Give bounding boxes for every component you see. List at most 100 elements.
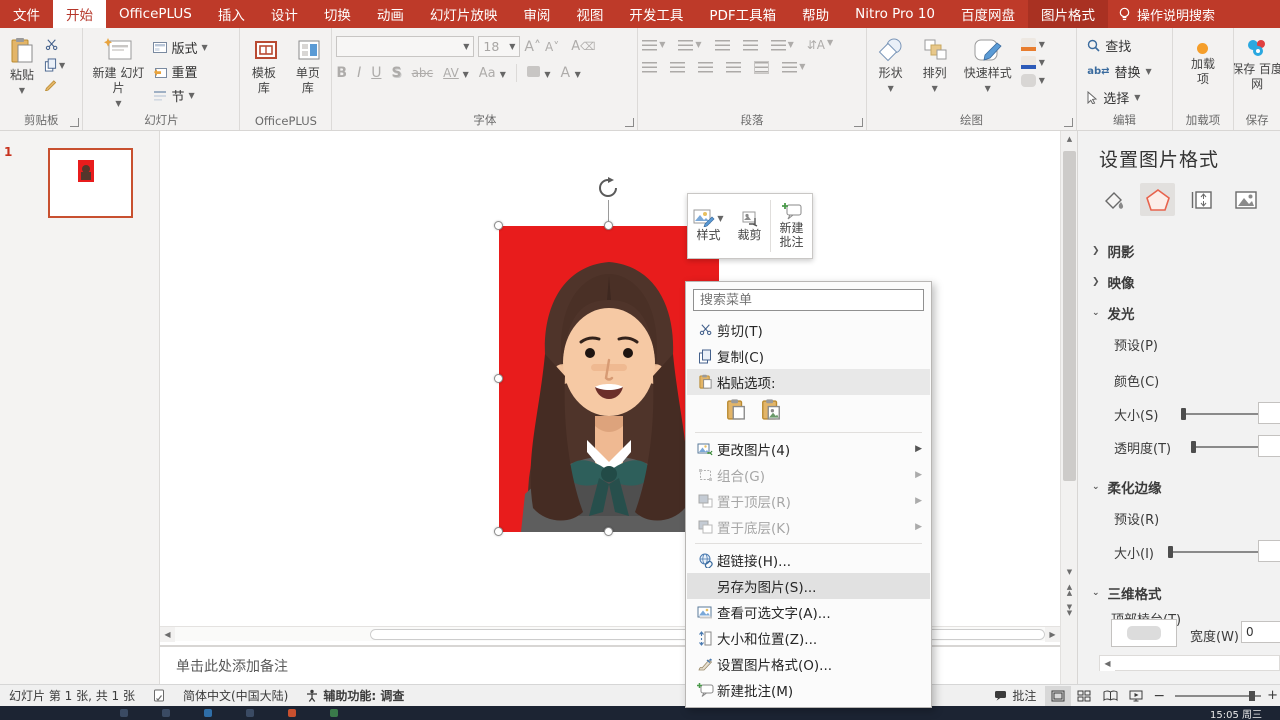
soft-edges-slider-thumb[interactable] (1168, 546, 1173, 558)
tab-view[interactable]: 视图 (563, 0, 616, 28)
picture-style-button[interactable]: ▼ 样式 (688, 194, 729, 258)
clipboard-dialog-launcher[interactable] (70, 118, 79, 127)
change-case-button[interactable]: Aa ▼ (479, 66, 506, 81)
tab-developer[interactable]: 开发工具 (616, 0, 696, 28)
align-center-icon[interactable] (670, 62, 685, 73)
zoom-slider[interactable] (1175, 695, 1261, 697)
panel-tab-effects[interactable] (1140, 183, 1175, 216)
tab-officeplus[interactable]: OfficePLUS (106, 0, 205, 28)
text-shadow-button[interactable]: S (391, 65, 401, 81)
bold-button[interactable]: B (336, 65, 347, 81)
menu-item-copy[interactable]: 复制(C) (687, 343, 930, 369)
comments-toggle[interactable]: 批注 (985, 687, 1045, 704)
section-reflection[interactable]: ❯映像 (1092, 272, 1135, 292)
new-comment-button[interactable]: 新建 批注 (771, 194, 812, 258)
select-button[interactable]: 选择▼ (1087, 88, 1140, 107)
reading-view-button[interactable] (1097, 686, 1123, 706)
find-button[interactable]: 查找 (1087, 36, 1131, 55)
tab-transitions[interactable]: 切换 (311, 0, 364, 28)
copy-button[interactable]: ▼ (44, 58, 65, 72)
taskbar-app-icon[interactable] (204, 709, 212, 717)
tab-review[interactable]: 审阅 (510, 0, 563, 28)
glow-transparency-value[interactable] (1258, 435, 1280, 457)
slide-thumbnail-1[interactable] (48, 148, 133, 218)
shape-fill-button[interactable]: ▼ (1021, 38, 1045, 51)
font-size-combo[interactable]: 18▼ (478, 36, 520, 57)
scroll-down-icon[interactable]: ▼ (1062, 565, 1077, 581)
glow-color-label[interactable]: 颜色(C) (1114, 371, 1159, 390)
glow-size-value[interactable] (1258, 402, 1280, 424)
bullets-button[interactable]: ▼ (642, 40, 665, 51)
line-spacing-button[interactable]: ▼ (771, 40, 794, 51)
paste-keep-source-button[interactable] (723, 397, 749, 423)
slideshow-view-button[interactable] (1123, 686, 1149, 706)
tab-help[interactable]: 帮助 (789, 0, 842, 28)
resize-handle-s[interactable] (604, 527, 613, 536)
layout-button[interactable]: 版式▼ (153, 38, 207, 57)
shape-effects-button[interactable]: ▼ (1021, 74, 1045, 87)
shape-outline-button[interactable]: ▼ (1021, 56, 1045, 69)
addins-button[interactable]: 加载项 (1181, 34, 1225, 90)
glow-size-slider-thumb[interactable] (1181, 408, 1186, 420)
glow-transparency-slider-thumb[interactable] (1191, 441, 1196, 453)
section-glow[interactable]: ⌄发光 (1092, 303, 1135, 323)
tab-nitro-pro[interactable]: Nitro Pro 10 (842, 0, 948, 28)
highlight-color-button[interactable]: ▼ (527, 65, 551, 81)
scroll-left-icon[interactable]: ◀ (160, 627, 175, 642)
font-dialog-launcher[interactable] (625, 118, 634, 127)
decrease-indent-icon[interactable] (715, 40, 730, 51)
drawing-dialog-launcher[interactable] (1064, 118, 1073, 127)
single-page-library-button[interactable]: 单页库 (288, 34, 328, 99)
resize-handle-sw[interactable] (494, 527, 503, 536)
menu-item-save-as-picture[interactable]: 另存为图片(S)... (687, 573, 930, 599)
taskbar-app-icon[interactable] (246, 709, 254, 717)
align-right-icon[interactable] (698, 62, 713, 73)
tell-me-search[interactable]: 操作说明搜索 (1108, 0, 1225, 28)
panel-tab-size-properties[interactable] (1184, 183, 1219, 216)
vertical-scroll-thumb[interactable] (1063, 151, 1076, 481)
align-left-icon[interactable] (642, 62, 657, 73)
soft-edges-size-value[interactable] (1258, 540, 1280, 562)
tab-slideshow[interactable]: 幻灯片放映 (417, 0, 511, 28)
section-button[interactable]: 节▼ (153, 86, 207, 105)
taskbar-app-icon[interactable] (288, 709, 296, 717)
top-bevel-picker[interactable] (1111, 619, 1177, 647)
numbering-button[interactable]: ▼ (678, 40, 701, 51)
tab-picture-format[interactable]: 图片格式 (1028, 0, 1108, 28)
taskbar-app-icon[interactable] (162, 709, 170, 717)
panel-horizontal-scrollbar[interactable]: ◀ (1099, 655, 1280, 671)
panel-tab-picture[interactable] (1228, 183, 1263, 216)
reset-button[interactable]: 重置 (153, 62, 207, 81)
menu-item-format-picture[interactable]: 设置图片格式(O)... (687, 651, 930, 677)
decrease-font-icon[interactable]: A˅ (545, 40, 559, 54)
taskbar-app-icon[interactable] (330, 709, 338, 717)
tab-file[interactable]: 文件 (0, 0, 53, 28)
character-spacing-button[interactable]: AV ▼ (443, 66, 469, 80)
menu-item-change-picture[interactable]: 更改图片(4) ▶ (687, 436, 930, 462)
canvas-vertical-scrollbar[interactable]: ▲ ▼ ▲▲ ▼▼ (1060, 131, 1077, 684)
cut-icon[interactable] (44, 38, 65, 52)
crop-button[interactable]: 裁剪 (729, 194, 770, 258)
underline-button[interactable]: U (371, 65, 381, 81)
paste-button[interactable]: 粘贴 ▼ (4, 34, 40, 99)
taskbar-clock[interactable]: 15:05 周三 (1210, 706, 1262, 720)
italic-button[interactable]: I (357, 65, 361, 81)
replace-button[interactable]: ab⇄替换▼ (1087, 62, 1151, 81)
clear-formatting-icon[interactable]: A⌫ (571, 39, 595, 54)
bevel-width-value[interactable]: 0 (1241, 621, 1280, 643)
section-shadow[interactable]: ❯阴影 (1092, 241, 1135, 261)
tab-design[interactable]: 设计 (258, 0, 311, 28)
menu-search-input[interactable] (693, 289, 924, 311)
tab-pdf-tools[interactable]: PDF工具箱 (696, 0, 789, 28)
resize-handle-n[interactable] (604, 221, 613, 230)
increase-font-icon[interactable]: A˄ (524, 39, 541, 55)
zoom-slider-thumb[interactable] (1249, 691, 1255, 701)
font-color-button[interactable]: A ▼ (561, 65, 581, 81)
menu-search-box[interactable] (693, 289, 924, 311)
scroll-right-icon[interactable]: ▶ (1045, 627, 1060, 642)
quick-styles-button[interactable]: 快速样式 ▼ (959, 34, 1017, 97)
increase-indent-icon[interactable] (743, 40, 758, 51)
strikethrough-button[interactable]: abc (412, 66, 434, 80)
tab-animations[interactable]: 动画 (364, 0, 417, 28)
glow-presets-label[interactable]: 预设(P) (1114, 335, 1158, 354)
